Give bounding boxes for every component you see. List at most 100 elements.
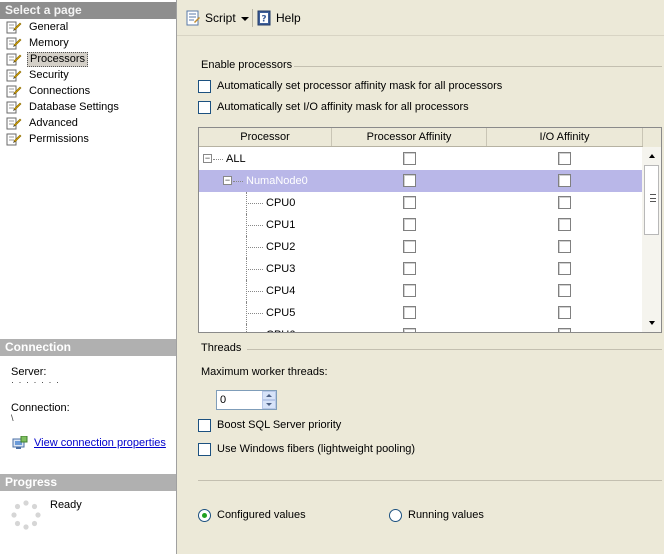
processor-name: CPU3 <box>266 263 296 275</box>
processor-affinity-grid[interactable]: Processor Processor Affinity I/O Affinit… <box>198 127 662 333</box>
grid-header: Processor Processor Affinity I/O Affinit… <box>199 128 643 147</box>
io-affinity-checkbox[interactable] <box>558 152 571 165</box>
configured-values-radio[interactable] <box>198 509 211 522</box>
help-icon: ? <box>256 10 272 26</box>
auto-io-affinity-checkbox[interactable] <box>198 101 211 114</box>
collapse-icon[interactable]: − <box>203 154 212 163</box>
auto-processor-affinity-row[interactable]: Automatically set processor affinity mas… <box>198 79 502 95</box>
running-values-option[interactable]: Running values <box>389 508 484 524</box>
enable-processors-divider <box>294 66 662 67</box>
io-affinity-checkbox[interactable] <box>558 328 571 332</box>
grid-row-cpu2[interactable]: CPU2 <box>199 236 643 258</box>
page-icon <box>6 36 22 50</box>
progress-spinner-icon <box>10 499 42 534</box>
running-values-radio[interactable] <box>389 509 402 522</box>
script-button[interactable]: Script <box>185 9 236 27</box>
column-io-affinity[interactable]: I/O Affinity <box>487 128 643 146</box>
server-value: · · · · · · · <box>11 377 60 387</box>
page-item-memory[interactable]: Memory <box>0 35 176 51</box>
processor-affinity-checkbox[interactable] <box>403 218 416 231</box>
processor-affinity-checkbox[interactable] <box>403 174 416 187</box>
processor-name: CPU4 <box>266 285 296 297</box>
grid-row-numanode0[interactable]: − NumaNode0 <box>199 170 643 192</box>
scroll-thumb[interactable] <box>644 165 659 235</box>
page-item-general[interactable]: General <box>0 19 176 35</box>
tree-connector <box>246 225 263 226</box>
grid-row-cpu3[interactable]: CPU3 <box>199 258 643 280</box>
max-worker-threads-value[interactable]: 0 <box>220 393 226 407</box>
tree-connector <box>233 181 243 182</box>
tree-connector <box>246 324 247 332</box>
spin-down-icon[interactable] <box>262 400 276 409</box>
page-item-label: Memory <box>29 37 69 49</box>
windows-fibers-checkbox[interactable] <box>198 443 211 456</box>
boost-priority-label: Boost SQL Server priority <box>217 419 342 431</box>
page-item-processors[interactable]: Processors <box>0 51 176 67</box>
grid-row-cpu0[interactable]: CPU0 <box>199 192 643 214</box>
column-processor-affinity[interactable]: Processor Affinity <box>332 128 487 146</box>
running-values-label: Running values <box>408 509 484 521</box>
tree-connector <box>246 247 263 248</box>
connection-panel: Server: · · · · · · · Connection: \ View… <box>0 357 176 469</box>
io-affinity-checkbox[interactable] <box>558 306 571 319</box>
page-item-label: General <box>29 21 69 33</box>
grid-row-all[interactable]: − ALL <box>199 148 643 170</box>
script-label: Script <box>205 11 236 25</box>
progress-status: Ready <box>50 499 82 511</box>
script-dropdown-arrow-icon[interactable] <box>241 17 249 21</box>
grid-row-cpu6[interactable]: CPU6 <box>199 324 643 332</box>
max-worker-threads-spinner[interactable]: 0 <box>216 390 277 410</box>
page-item-label: Permissions <box>29 133 89 145</box>
boost-priority-row[interactable]: Boost SQL Server priority <box>198 418 341 434</box>
io-affinity-checkbox[interactable] <box>558 262 571 275</box>
processor-affinity-checkbox[interactable] <box>403 262 416 275</box>
io-affinity-checkbox[interactable] <box>558 240 571 253</box>
boost-priority-checkbox[interactable] <box>198 419 211 432</box>
help-label: Help <box>276 11 301 25</box>
io-affinity-checkbox[interactable] <box>558 284 571 297</box>
io-affinity-checkbox[interactable] <box>558 218 571 231</box>
view-connection-properties-link[interactable]: View connection properties <box>34 437 166 449</box>
grid-row-cpu1[interactable]: CPU1 <box>199 214 643 236</box>
progress-panel: Ready <box>0 491 176 554</box>
windows-fibers-row[interactable]: Use Windows fibers (lightweight pooling) <box>198 442 415 458</box>
grid-vertical-scrollbar[interactable] <box>642 147 661 332</box>
page-icon <box>6 116 22 130</box>
processor-affinity-checkbox[interactable] <box>403 196 416 209</box>
processor-name: CPU6 <box>266 324 295 332</box>
grid-row-cpu4[interactable]: CPU4 <box>199 280 643 302</box>
io-affinity-checkbox[interactable] <box>558 196 571 209</box>
auto-io-affinity-row[interactable]: Automatically set I/O affinity mask for … <box>198 100 469 116</box>
help-button[interactable]: ? Help <box>256 9 301 27</box>
svg-text:?: ? <box>261 15 266 25</box>
tree-connector <box>246 203 263 204</box>
scroll-up-arrow-icon[interactable] <box>642 147 661 165</box>
processor-affinity-checkbox[interactable] <box>403 306 416 319</box>
processor-affinity-checkbox[interactable] <box>403 152 416 165</box>
toolbar: Script ? Help <box>177 0 664 36</box>
processor-affinity-checkbox[interactable] <box>403 240 416 253</box>
scroll-down-arrow-icon[interactable] <box>642 314 661 332</box>
column-processor[interactable]: Processor <box>199 128 332 146</box>
connection-label: Connection: <box>11 402 70 414</box>
page-item-database-settings[interactable]: Database Settings <box>0 99 176 115</box>
tree-connector <box>246 269 263 270</box>
values-divider <box>198 480 662 481</box>
page-icon <box>6 132 22 146</box>
page-icon <box>6 100 22 114</box>
auto-processor-affinity-checkbox[interactable] <box>198 80 211 93</box>
processor-affinity-checkbox[interactable] <box>403 328 416 332</box>
collapse-icon[interactable]: − <box>223 176 232 185</box>
configured-values-option[interactable]: Configured values <box>198 508 306 524</box>
processor-name: CPU5 <box>266 307 296 319</box>
page-item-permissions[interactable]: Permissions <box>0 131 176 147</box>
spin-up-icon[interactable] <box>262 391 276 400</box>
grid-row-cpu5[interactable]: CPU5 <box>199 302 643 324</box>
view-connection-properties[interactable]: View connection properties <box>12 435 166 449</box>
page-item-advanced[interactable]: Advanced <box>0 115 176 131</box>
page-item-connections[interactable]: Connections <box>0 83 176 99</box>
io-affinity-checkbox[interactable] <box>558 174 571 187</box>
enable-processors-title: Enable processors <box>201 59 293 71</box>
page-item-security[interactable]: Security <box>0 67 176 83</box>
processor-affinity-checkbox[interactable] <box>403 284 416 297</box>
